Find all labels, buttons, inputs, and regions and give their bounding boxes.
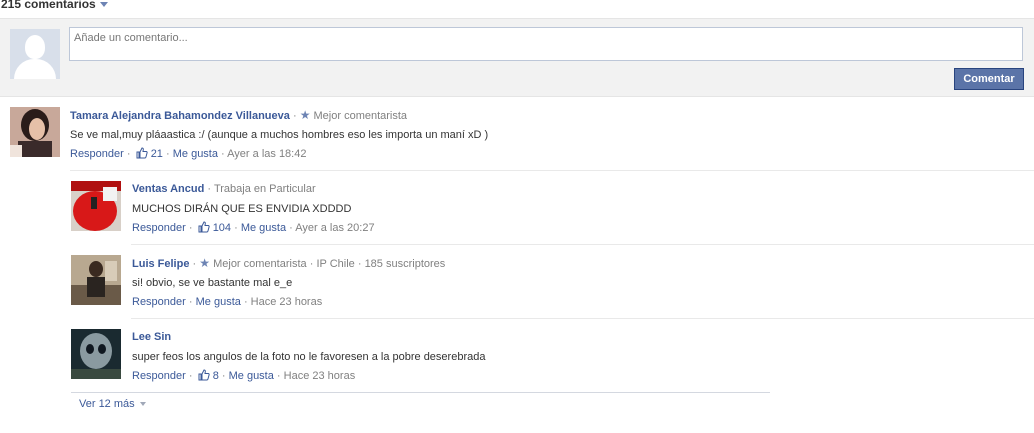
- star-icon: ★: [299, 108, 311, 122]
- like-count[interactable]: 21: [151, 148, 163, 160]
- comment-item: Lee Sin super feos los angulos de la fot…: [71, 329, 1031, 389]
- like-link[interactable]: Me gusta: [173, 148, 218, 160]
- caret-down-icon: [99, 2, 108, 8]
- commenter-name[interactable]: Lee Sin: [132, 331, 171, 343]
- reply-link[interactable]: Responder: [70, 148, 124, 160]
- comment-timestamp[interactable]: Hace 23 horas: [284, 370, 356, 382]
- commenter-name[interactable]: Tamara Alejandra Bahamondez Villanueva: [70, 110, 290, 122]
- divider: [70, 170, 1034, 171]
- comments-header: 215 comentarios: [0, 0, 1034, 18]
- like-link[interactable]: Me gusta: [196, 296, 241, 308]
- comment-count-dropdown[interactable]: 215 comentarios: [1, 0, 108, 11]
- avatar[interactable]: [10, 107, 60, 157]
- comment-timestamp[interactable]: Hace 23 horas: [251, 296, 323, 308]
- divider: [131, 244, 1034, 245]
- top-commenter-badge: Mejor comentarista: [313, 110, 408, 122]
- view-more-label: Ver 12 más: [79, 398, 135, 410]
- avatar[interactable]: [71, 329, 121, 379]
- reply-link[interactable]: Responder: [132, 370, 186, 382]
- top-commenter-badge: Mejor comentarista: [213, 258, 307, 270]
- commenter-location: IP Chile: [316, 258, 355, 270]
- reply-link[interactable]: Responder: [132, 222, 186, 234]
- divider: [131, 318, 1034, 319]
- thumbs-up-icon: [198, 369, 210, 381]
- avatar[interactable]: [71, 255, 121, 305]
- comment-item: Ventas Ancud · Trabaja en Particular MUC…: [71, 181, 1031, 241]
- thumbs-up-icon: [136, 147, 148, 159]
- star-icon: ★: [199, 256, 211, 270]
- commenter-name[interactable]: Ventas Ancud: [132, 183, 204, 195]
- comment-composer: Añade un comentario... Comentar: [0, 18, 1034, 97]
- commenter-name[interactable]: Luis Felipe: [132, 258, 189, 270]
- view-more-replies-link[interactable]: Ver 12 más: [79, 398, 146, 410]
- reply-link[interactable]: Responder: [132, 296, 186, 308]
- default-avatar: [10, 29, 60, 79]
- thumbs-up-icon: [198, 221, 210, 233]
- comment-item: Tamara Alejandra Bahamondez Villanueva ·…: [10, 107, 1030, 167]
- comment-submit-button[interactable]: Comentar: [954, 68, 1024, 90]
- commenter-workplace: Trabaja en Particular: [213, 183, 316, 195]
- comment-timestamp[interactable]: Ayer a las 18:42: [227, 148, 306, 160]
- comment-input[interactable]: Añade un comentario...: [69, 27, 1023, 61]
- comment-count-label: 215 comentarios: [1, 0, 96, 11]
- caret-down-icon: [139, 402, 146, 407]
- comment-text: si! obvio, se ve bastante mal e_e: [132, 277, 293, 289]
- subscriber-count[interactable]: 185 suscriptores: [365, 258, 446, 270]
- comment-timestamp[interactable]: Ayer a las 20:27: [295, 222, 374, 234]
- like-link[interactable]: Me gusta: [229, 370, 274, 382]
- like-count[interactable]: 104: [213, 222, 231, 234]
- like-count[interactable]: 8: [213, 370, 219, 382]
- comment-text: super feos los angulos de la foto no le …: [132, 351, 486, 363]
- comment-text: Se ve mal,muy pláaastica :/ (aunque a mu…: [70, 129, 489, 141]
- like-link[interactable]: Me gusta: [241, 222, 286, 234]
- divider: [71, 392, 770, 393]
- comment-item: Luis Felipe · ★ Mejor comentarista · IP …: [71, 255, 1031, 315]
- avatar[interactable]: [71, 181, 121, 231]
- comment-text: MUCHOS DIRÁN QUE ES ENVIDIA XDDDD: [132, 203, 352, 215]
